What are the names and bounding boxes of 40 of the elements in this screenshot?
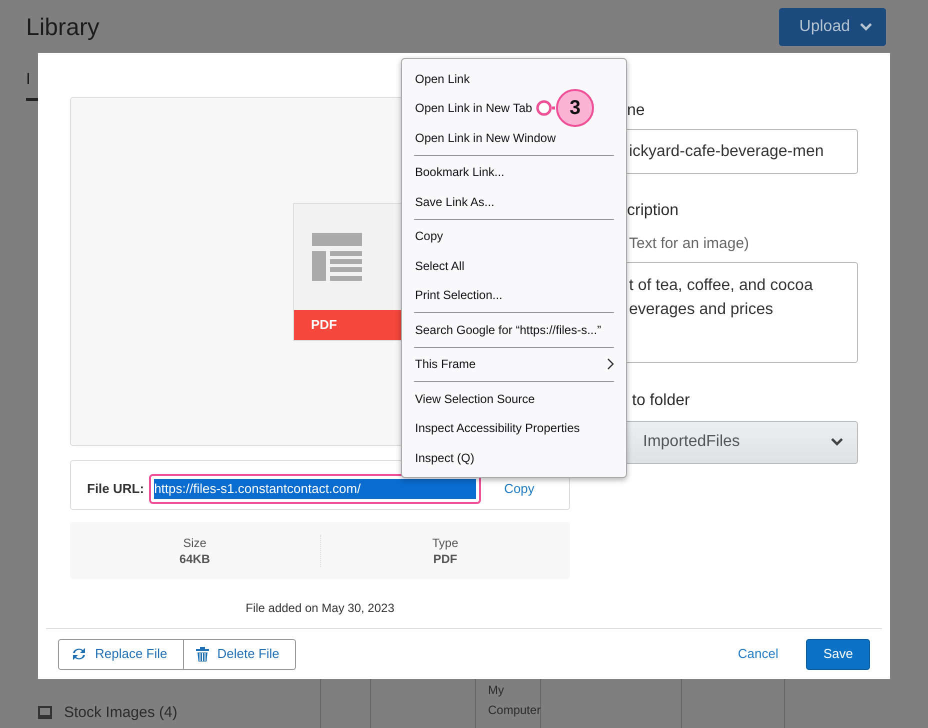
document-icon (312, 232, 362, 280)
menu-item[interactable]: Open Link in New Window (415, 128, 556, 147)
field-label: to folder (631, 390, 691, 410)
sync-icon (71, 647, 87, 661)
menu-item[interactable]: Save Link As... (415, 192, 494, 211)
menu-item[interactable]: Bookmark Link... (415, 163, 504, 182)
field-hint: Text for an image) (628, 234, 750, 254)
replace-file-button[interactable]: Replace File (58, 638, 184, 670)
save-button[interactable]: Save (806, 638, 870, 670)
menu-item[interactable]: Copy (415, 227, 444, 246)
menu-item[interactable]: Search Google for “https://files-s...” (415, 320, 602, 339)
detail-value: 64KB (178, 550, 212, 566)
upload-button[interactable]: Upload (779, 8, 886, 46)
sidebar-item[interactable]: Stock Images (4) (26, 702, 320, 728)
added-date: File added on May 30, 2023 (244, 600, 396, 617)
menu-item[interactable]: Inspect (Q) (415, 448, 474, 467)
menu-item[interactable]: Open Link (415, 70, 470, 88)
file-type-label: PDF (294, 310, 404, 340)
field-label: cription (626, 201, 680, 221)
detail-label: Size (182, 534, 208, 550)
file-url[interactable]: https://files-s1.constantcontact.com/ (154, 479, 476, 498)
pointer-icon (536, 100, 556, 116)
menu-item[interactable]: Select All (415, 256, 464, 275)
chevron-down-icon (860, 23, 872, 31)
trash-icon (196, 646, 210, 662)
detail-label: Type (431, 534, 460, 550)
page-title: Library (26, 13, 100, 43)
menu-item[interactable]: Inspect Accessibility Properties (415, 419, 580, 438)
chevron-down-icon (831, 438, 843, 446)
url-label: File URL: (87, 480, 144, 498)
menu-item[interactable]: View Selection Source (415, 390, 535, 408)
copy-link[interactable]: Copy (504, 479, 534, 499)
menu-item[interactable]: Print Selection... (415, 286, 502, 304)
monitor-icon (38, 706, 52, 720)
chevron-right-icon (607, 358, 614, 370)
detail-value: PDF (432, 550, 458, 566)
cancel-link[interactable]: Cancel (738, 644, 778, 664)
delete-file-button[interactable]: Delete File (184, 638, 296, 670)
field-label: ne (626, 101, 646, 121)
menu-item[interactable]: Open Link in New Tab (415, 99, 532, 118)
